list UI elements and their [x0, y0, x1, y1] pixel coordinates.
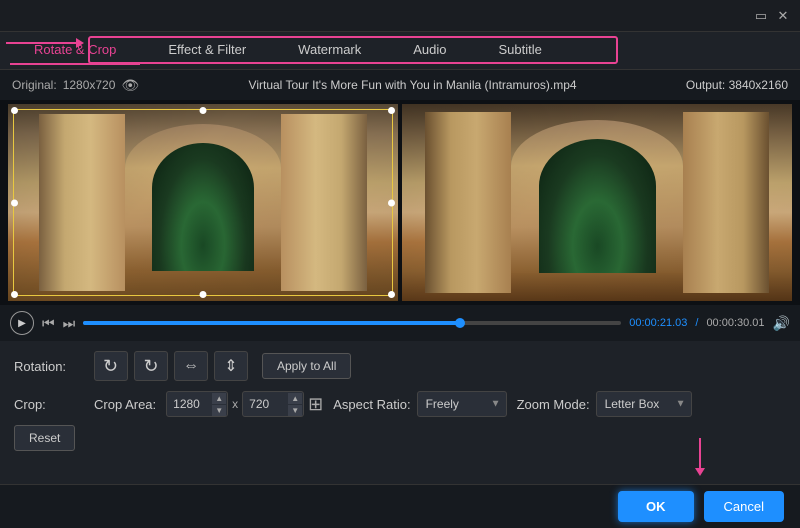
zoom-mode-select-wrap: Letter Box Pan & Scan Full ▼ [596, 391, 692, 417]
skip-frame-button[interactable]: ⏭ [63, 315, 76, 332]
progress-bar[interactable] [83, 321, 621, 325]
bottom-bar: OK Cancel [0, 484, 800, 528]
preview-container [0, 100, 800, 305]
tab-subtitle[interactable]: Subtitle [475, 36, 566, 65]
rotation-label: Rotation: [14, 359, 84, 374]
crop-label: Crop: [14, 397, 84, 412]
height-spin-buttons: ▲ ▼ [288, 391, 302, 417]
rotation-row: Rotation: ↺ ↻ ⇔ ⇕ Apply to All [14, 351, 786, 381]
tab-audio[interactable]: Audio [389, 36, 470, 65]
original-info: Original: 1280x720 👁 [12, 77, 139, 94]
flip-horizontal-button[interactable]: ⇔ [174, 351, 208, 381]
volume-icon[interactable]: 🔊 [773, 315, 790, 332]
time-separator: / [695, 317, 698, 329]
expand-icon[interactable]: ⊞ [308, 394, 323, 415]
original-label: Original: [12, 78, 57, 92]
crop-area-label: Crop Area: [94, 397, 156, 412]
width-spin-buttons: ▲ ▼ [212, 391, 226, 417]
rotate-left-button[interactable]: ↺ [94, 351, 128, 381]
eye-icon[interactable]: 👁 [121, 77, 139, 94]
aspect-ratio-select-wrap: Freely 16:9 4:3 1:1 9:16 ▼ [417, 391, 507, 417]
arrow-line [6, 42, 76, 44]
tab-watermark[interactable]: Watermark [274, 36, 385, 65]
height-increment-button[interactable]: ▲ [288, 393, 302, 404]
height-decrement-button[interactable]: ▼ [288, 405, 302, 416]
time-total: 00:00:30.01 [706, 317, 764, 329]
tabs-row: Rotate & Crop Effect & Filter Watermark … [0, 32, 800, 70]
output-video-frame [402, 104, 792, 301]
aspect-ratio-label: Aspect Ratio: [333, 397, 410, 412]
minimize-button[interactable]: ▭ [752, 7, 770, 25]
crop-height-input-wrap: ▲ ▼ [242, 391, 304, 417]
aspect-ratio-select[interactable]: Freely 16:9 4:3 1:1 9:16 [417, 391, 507, 417]
zoom-mode-group: Zoom Mode: Letter Box Pan & Scan Full ▼ [517, 391, 692, 417]
width-decrement-button[interactable]: ▼ [212, 405, 226, 416]
aspect-ratio-group: Aspect Ratio: Freely 16:9 4:3 1:1 9:16 ▼ [333, 391, 506, 417]
dimension-separator: x [232, 397, 238, 411]
arrow-annotation [6, 38, 84, 48]
original-video-frame [8, 104, 398, 301]
rotate-right-button[interactable]: ↻ [134, 351, 168, 381]
apply-to-all-button[interactable]: Apply to All [262, 353, 351, 379]
crop-row: Crop: Crop Area: ▲ ▼ x ▲ ▼ ⊞ Aspect Rati [14, 391, 786, 417]
original-resolution: 1280x720 [63, 78, 116, 92]
filename-label: Virtual Tour It's More Fun with You in M… [249, 78, 577, 92]
ok-button[interactable]: OK [618, 491, 694, 522]
progress-thumb [455, 318, 465, 328]
down-arrow-line [699, 438, 701, 468]
cancel-button[interactable]: Cancel [704, 491, 784, 522]
zoom-mode-label: Zoom Mode: [517, 397, 590, 412]
crop-width-input-wrap: ▲ ▼ [166, 391, 228, 417]
crop-area-group: ▲ ▼ x ▲ ▼ ⊞ [166, 391, 323, 417]
close-button[interactable]: ✕ [774, 7, 792, 25]
progress-fill [83, 321, 460, 325]
reset-button[interactable]: Reset [14, 425, 75, 451]
down-arrow-annotation [695, 438, 705, 476]
play-button[interactable]: ▶ [10, 311, 34, 335]
down-arrow-head [695, 468, 705, 476]
time-current: 00:00:21.03 [629, 317, 687, 329]
controls-panel: Rotation: ↺ ↻ ⇔ ⇕ Apply to All Crop: Cro… [0, 341, 800, 459]
output-resolution: Output: 3840x2160 [686, 78, 788, 92]
rotation-buttons: ↺ ↻ ⇔ ⇕ [94, 351, 248, 381]
width-increment-button[interactable]: ▲ [212, 393, 226, 404]
zoom-mode-select[interactable]: Letter Box Pan & Scan Full [596, 391, 692, 417]
preview-info-bar: Original: 1280x720 👁 Virtual Tour It's M… [0, 70, 800, 100]
playback-bar: ▶ ⏮ ⏭ 00:00:21.03 / 00:00:30.01 🔊 [0, 305, 800, 341]
title-bar: ▭ ✕ [0, 0, 800, 32]
flip-vertical-button[interactable]: ⇕ [214, 351, 248, 381]
arrow-head [76, 38, 84, 48]
skip-start-button[interactable]: ⏮ [42, 315, 55, 332]
tab-effect-filter[interactable]: Effect & Filter [144, 36, 270, 65]
